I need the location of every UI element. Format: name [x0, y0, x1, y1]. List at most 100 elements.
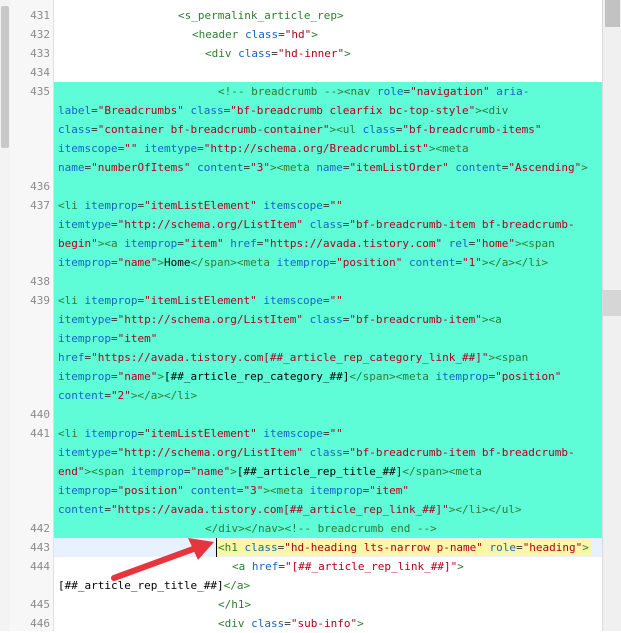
left-scrollbar-thumb[interactable] [1, 6, 9, 148]
code-line-435-d[interactable]: itemscope="" itemtype="http://schema.org… [58, 139, 469, 158]
line-number: 443 [30, 541, 50, 554]
attr-token: class [58, 123, 92, 136]
tag-token: > [157, 370, 164, 383]
code-line-439-e[interactable]: itemprop ="name">[##_article_rep_category… [58, 367, 561, 386]
string-token: "http://schema.org/ListItem" [117, 446, 304, 459]
code-line-441-b[interactable]: itemtype="http://schema.org/ListItem" cl… [58, 443, 575, 462]
code-line-446[interactable]: <div class="sub-info"> [218, 614, 364, 633]
code-line-441-e[interactable]: content="https://avada.tistory.com[##_ar… [58, 500, 522, 519]
tag-token: <s_permalink_article_rep> [178, 9, 344, 22]
string-token: "name" [117, 370, 158, 383]
code-line-435-a[interactable]: <!-- breadcrumb --><nav role="navigation… [218, 82, 529, 101]
attr-token: class [183, 104, 224, 117]
tag-token: ><a [481, 313, 502, 326]
attr-token: class [303, 218, 343, 231]
attr-token: itemprop [58, 484, 111, 497]
right-scrollbar[interactable] [602, 0, 621, 631]
tag-token: </h1> [218, 598, 252, 611]
code-line-433[interactable]: <div class="hd-inner"> [205, 44, 351, 63]
attr-token: content [58, 503, 105, 516]
tag-token: > [311, 28, 318, 41]
string-token: "hd" [284, 28, 312, 41]
tag-token: <li [58, 427, 85, 440]
code-line-439-a[interactable]: <li itemprop = "itemListElement" itemscope… [58, 291, 343, 310]
string-token: "" [329, 294, 343, 307]
code-line-431[interactable]: <s_permalink_article_rep> [178, 6, 344, 25]
code-line-437-d[interactable]: itemprop="name">Home</span><meta itempro… [58, 253, 548, 272]
string-token: "1" [462, 256, 482, 269]
attr-token: content [183, 484, 237, 497]
tag-token: </span><meta [402, 465, 482, 478]
code-line-444-a[interactable]: <a href="[##_article_rep_link_##]"> [232, 557, 464, 576]
tag-token: ></li></ul> [448, 503, 522, 516]
string-token: "[##_article_rep_link_##]" [285, 560, 458, 573]
tag-token: </span><meta [349, 370, 436, 383]
right-scrollbar-thumb[interactable] [605, 0, 620, 27]
string-token: "itemListElement" [144, 427, 257, 440]
string-token: "itemListElement" [144, 294, 257, 307]
code-line-441-a[interactable]: <li itemprop = "itemListElement" itemscope… [58, 424, 343, 443]
attr-token: itemscope [256, 199, 323, 212]
attr-token: label [58, 104, 92, 117]
equals-token: = [516, 541, 523, 554]
code-line-437-a[interactable]: <li itemprop = "itemListElement" itemscope… [58, 196, 343, 215]
line-number: 434 [30, 66, 50, 79]
equals-token: = [110, 484, 118, 497]
string-token: "hd-heading lts-narrow p-name" [284, 541, 483, 554]
code-line-439-d[interactable]: href="https://avada.tistory.com[##_artic… [58, 348, 528, 367]
line-number: 440 [30, 408, 50, 421]
code-line-435-b[interactable]: label="Breadcrumbs" class="bf-breadcrumb… [58, 101, 508, 120]
attr-token: itemprop [58, 332, 111, 345]
code-line-442[interactable]: </div></nav><!-- breadcrumb end --> [205, 519, 437, 538]
attr-token: itemtype [58, 313, 111, 326]
attr-token: class [251, 617, 285, 630]
equals-token: = [91, 104, 98, 117]
string-token: "item" [369, 484, 410, 497]
equals-token: = [197, 142, 204, 155]
text-token: Home [163, 256, 191, 269]
attr-token: itemprop [84, 199, 138, 212]
attr-token: content [448, 161, 502, 174]
attr-token: class [244, 28, 279, 41]
code-line-435-e[interactable]: name="numberOfItems" content="3"><meta n… [58, 158, 588, 177]
equals-token: = [322, 427, 330, 440]
attr-token: itemtype [58, 218, 111, 231]
text-token: [##_article_rep_category_##] [163, 370, 350, 383]
string-token: "hd-inner" [277, 47, 345, 60]
code-line-437-b[interactable]: itemtype="http://schema.org/ListItem" cl… [58, 215, 575, 234]
attr-token: itemprop [84, 294, 138, 307]
tag-token: ><meta [263, 484, 310, 497]
code-line-439-b[interactable]: itemtype="http://schema.org/ListItem" cl… [58, 310, 502, 329]
attr-token: itemprop [435, 370, 489, 383]
code-line-441-c[interactable]: end"><span itemprop="name">[##_article_r… [58, 462, 482, 481]
attr-token: name [58, 161, 85, 174]
tag-token: <li [58, 199, 85, 212]
tag-token: ><span [84, 465, 131, 478]
scrollbar-marker [603, 290, 621, 316]
string-token: "bf-breadcrumb-item" [349, 313, 482, 326]
code-line-439-c[interactable]: itemprop="item" [58, 329, 157, 348]
line-number: 446 [30, 617, 50, 630]
line-number: 439 [30, 294, 50, 307]
tag-token: <header [192, 28, 245, 41]
string-token: "itemListOrder" [349, 161, 449, 174]
code-line-439-f[interactable]: content="2"></a></li> [58, 386, 197, 405]
string-token: begin" [58, 237, 98, 250]
code-line-435-c[interactable]: class="container bf-breadcrumb-container… [58, 120, 542, 139]
tag-token: <a [232, 560, 252, 573]
line-number: 435 [30, 85, 50, 98]
code-line-443[interactable]: <h1 class = "hd-heading lts-narrow p-name"… [218, 538, 589, 557]
attr-token: class [362, 123, 396, 136]
string-token: "bf-breadcrumb-item bf-breadcrumb- [349, 446, 575, 459]
attr-token: class [303, 313, 343, 326]
code-line-437-c[interactable]: begin"><a itemprop="item" href="https://… [58, 234, 555, 253]
line-number: 437 [30, 199, 50, 212]
attr-token: aria- [489, 85, 530, 98]
code-line-441-d[interactable]: itemprop="position" content="3"><meta it… [58, 481, 409, 500]
code-line-445[interactable]: </h1> [218, 595, 251, 614]
attr-token: content [402, 256, 456, 269]
equals-token: = [110, 370, 118, 383]
attr-token: href [251, 560, 279, 573]
string-token: "http://schema.org/ListItem" [117, 218, 304, 231]
code-line-432[interactable]: <header class="hd"> [192, 25, 318, 44]
